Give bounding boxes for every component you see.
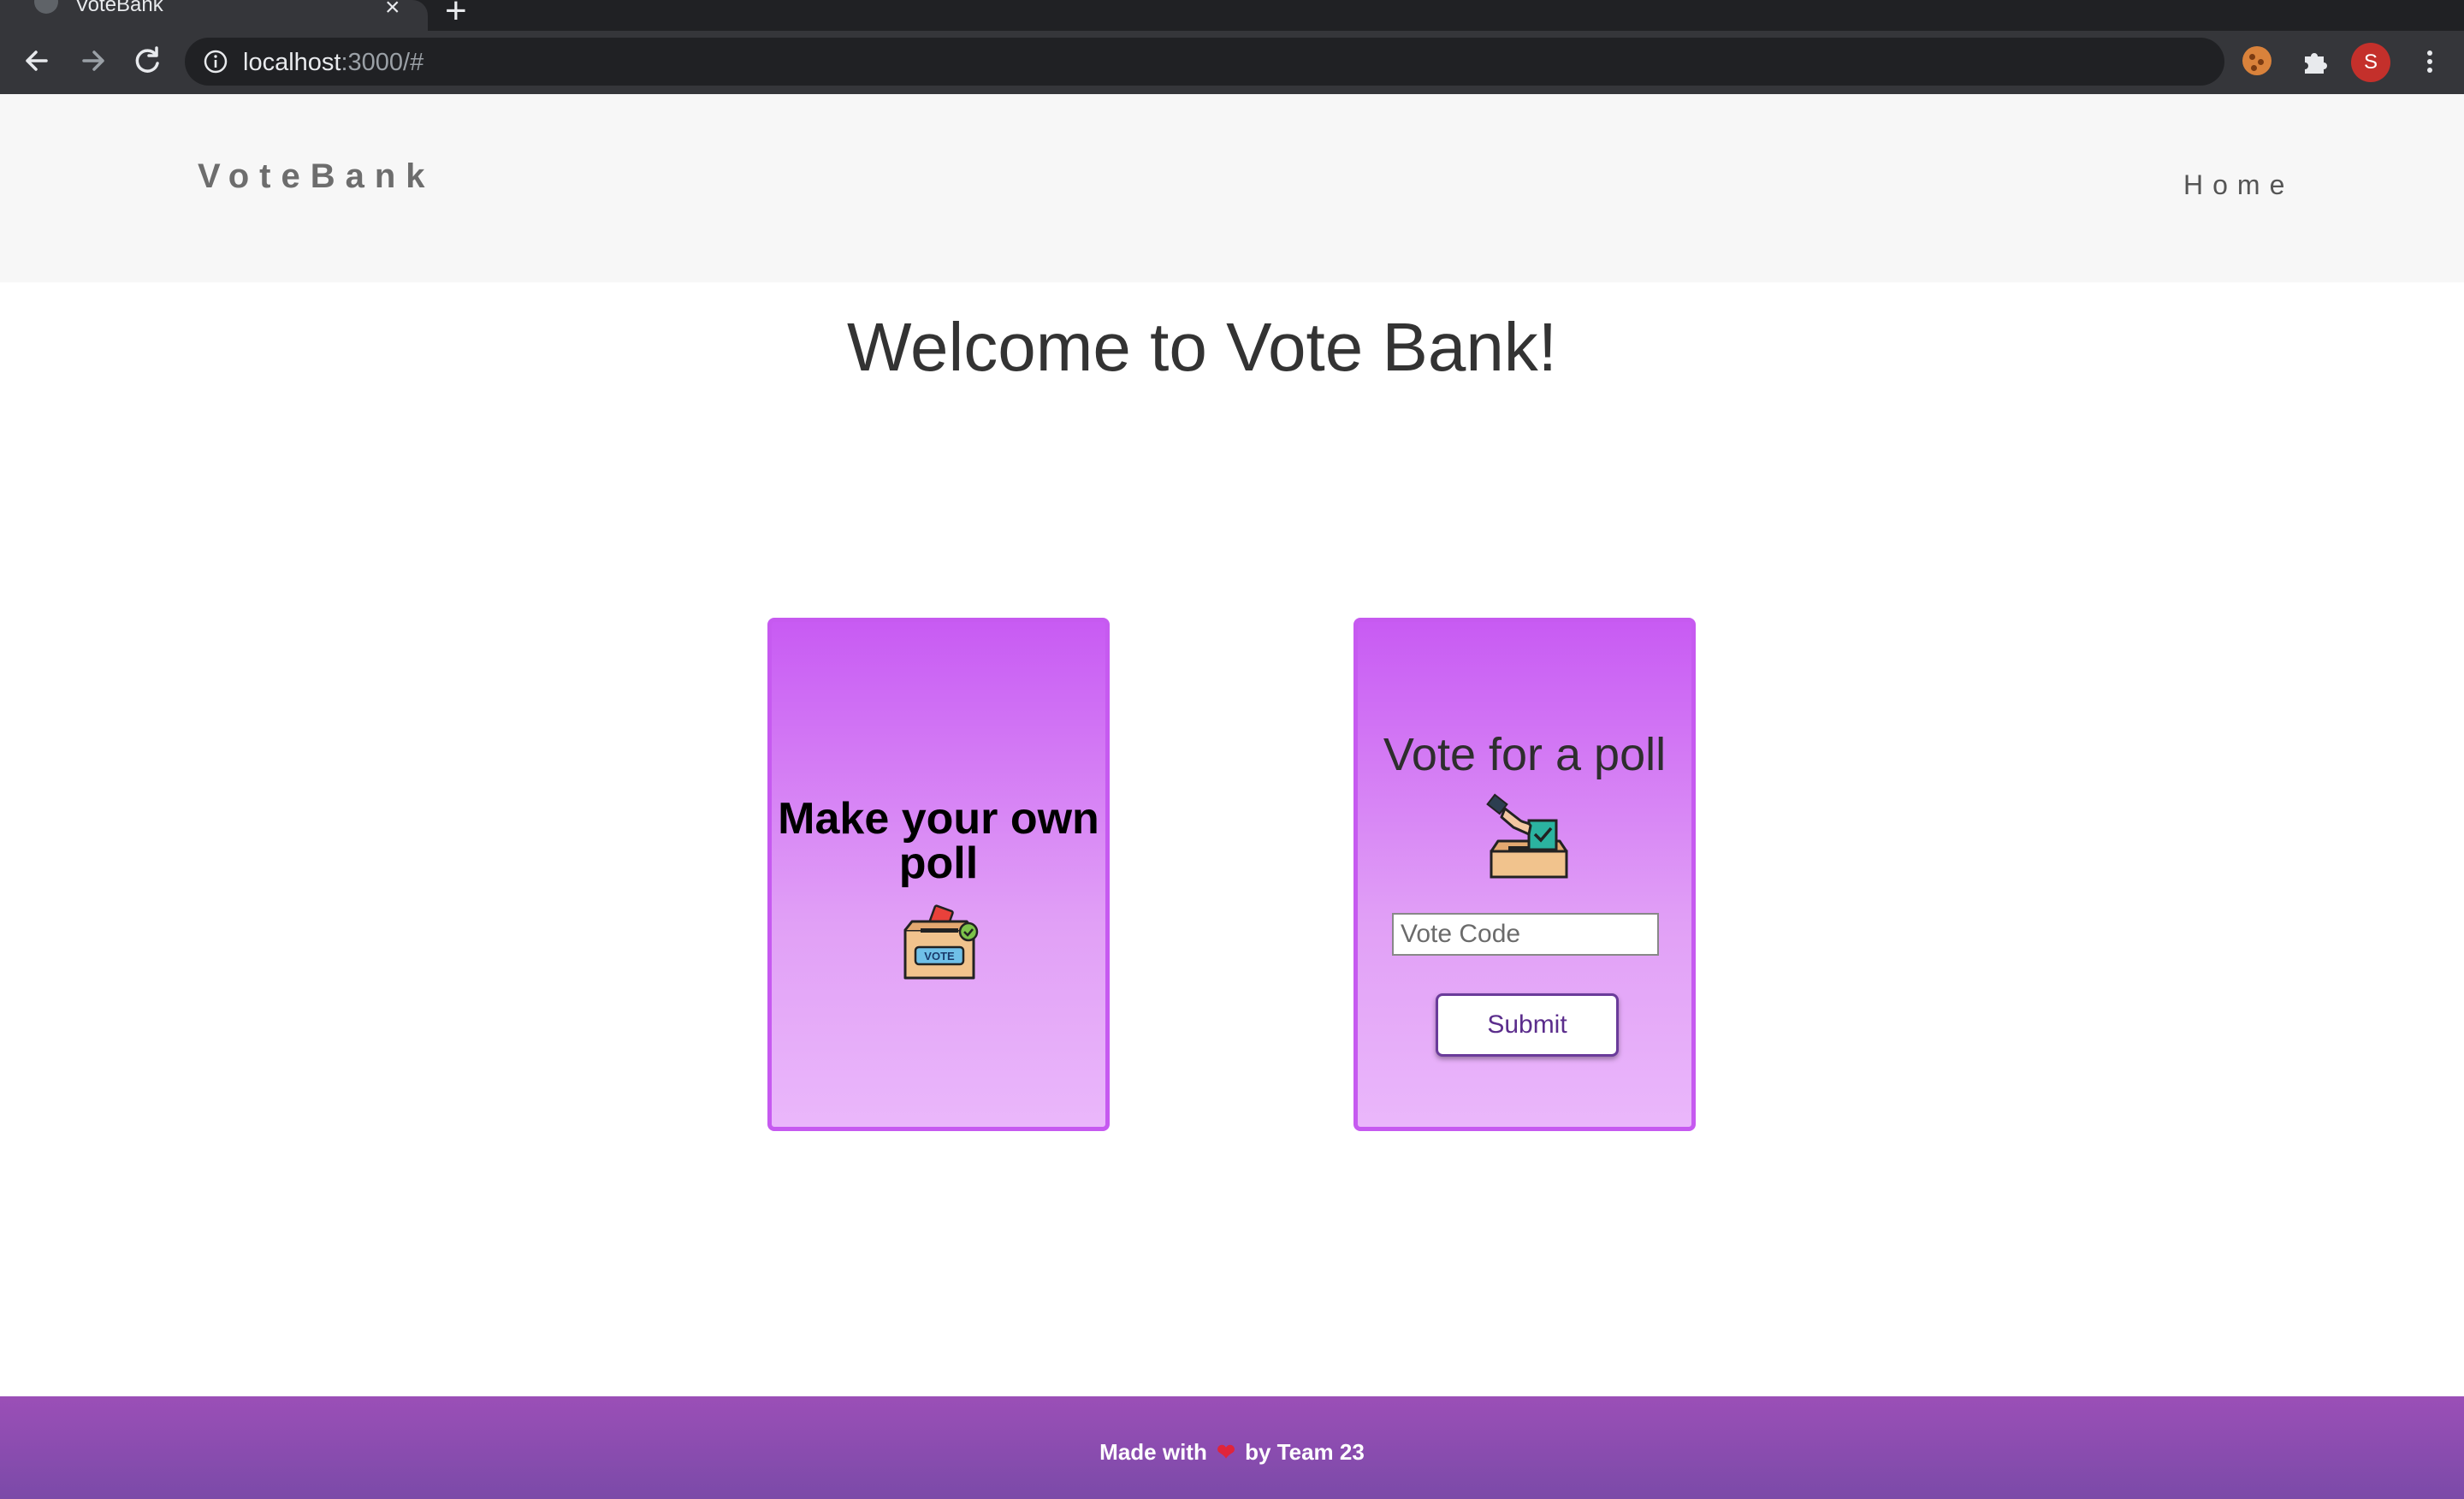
svg-text:VOTE: VOTE <box>924 950 955 963</box>
reload-icon[interactable] <box>127 39 169 82</box>
site-header: VoteBank Home <box>0 94 2464 282</box>
more-menu-icon[interactable] <box>2413 44 2447 79</box>
close-tab-icon[interactable]: × <box>385 0 400 22</box>
ballot-box-icon: VOTE <box>903 904 979 980</box>
footer-credit: Made with ❤ by Team 23 <box>0 1439 2464 1466</box>
browser-tabstrip: VoteBank × + <box>0 0 2464 33</box>
vote-code-input[interactable] <box>1392 913 1659 956</box>
heart-icon: ❤ <box>1217 1439 1235 1465</box>
brand-logo[interactable]: VoteBank <box>198 157 435 196</box>
vote-poll-card: Vote for a poll Submit <box>1353 618 1696 1131</box>
url-text[interactable]: localhost:3000/# <box>243 49 424 77</box>
profile-avatar[interactable]: S <box>2351 43 2390 82</box>
nav-home-link[interactable]: Home <box>2183 169 2294 201</box>
make-poll-card[interactable]: Make your own poll VOTE <box>767 618 1110 1131</box>
globe-icon <box>34 0 58 14</box>
info-icon[interactable] <box>202 48 229 75</box>
hand-ballot-icon <box>1486 793 1568 879</box>
tab-title: VoteBank <box>75 0 163 16</box>
browser-tab[interactable]: VoteBank × <box>0 0 428 31</box>
submit-button[interactable]: Submit <box>1436 993 1619 1057</box>
cookie-extension-icon[interactable] <box>2242 46 2272 75</box>
footer-team: by Team 23 <box>1245 1439 1365 1465</box>
make-poll-title: Make your own poll <box>778 794 1099 888</box>
back-icon[interactable] <box>15 39 58 82</box>
forward-icon[interactable] <box>72 39 115 82</box>
address-bar[interactable]: localhost:3000/# <box>185 38 2384 86</box>
vote-poll-title: Vote for a poll <box>1383 729 1667 780</box>
browser-toolbar: localhost:3000/# S <box>0 31 2464 94</box>
extensions-puzzle-icon[interactable] <box>2298 44 2332 79</box>
new-tab-icon[interactable]: + <box>445 0 467 33</box>
page-title: Welcome to Vote Bank! <box>846 309 1558 385</box>
site-footer: Made with ❤ by Team 23 <box>0 1396 2464 1499</box>
footer-made-with: Made with <box>1099 1439 1207 1465</box>
